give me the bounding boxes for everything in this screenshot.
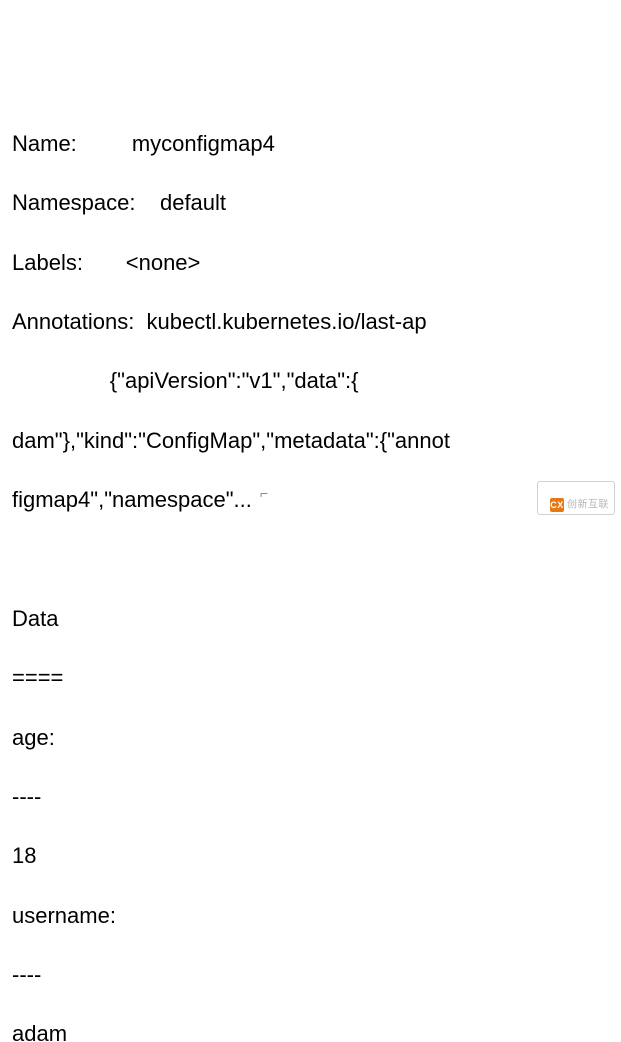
cursor-indicator: ⌐: [260, 484, 268, 503]
labels-key: Labels:: [12, 250, 83, 275]
data-age-key: age:: [12, 723, 609, 753]
annotations-line3: dam"},"kind":"ConfigMap","metadata":{"an…: [12, 426, 609, 456]
watermark-logo: CX: [550, 498, 564, 512]
annotations-value: kubectl.kubernetes.io/last-ap: [147, 309, 427, 334]
header-labels-line: Labels: <none>: [12, 248, 609, 278]
name-value: myconfigmap4: [132, 131, 275, 156]
header-annotations-line: Annotations: kubectl.kubernetes.io/last-…: [12, 307, 609, 337]
watermark-text: 创新互联: [567, 500, 609, 511]
data-username-value: adam: [12, 1019, 609, 1042]
watermark: CX创新互联: [537, 481, 615, 515]
annotations-line2: {"apiVersion":"v1","data":{: [12, 366, 609, 396]
header-name-line: Name: myconfigmap4: [12, 129, 609, 159]
name-key: Name:: [12, 131, 77, 156]
data-username-key: username:: [12, 901, 609, 931]
data-username-sep: ----: [12, 960, 609, 990]
annotations-line4: figmap4","namespace"...: [12, 485, 609, 515]
annotations-key: Annotations:: [12, 309, 134, 334]
labels-value: <none>: [126, 250, 201, 275]
blank-line: [12, 544, 609, 574]
namespace-key: Namespace:: [12, 190, 136, 215]
namespace-value: default: [160, 190, 226, 215]
data-age-value: 18: [12, 841, 609, 871]
data-title: Data: [12, 604, 609, 634]
header-namespace-line: Namespace: default: [12, 188, 609, 218]
data-age-sep: ----: [12, 782, 609, 812]
data-divider: ====: [12, 663, 609, 693]
